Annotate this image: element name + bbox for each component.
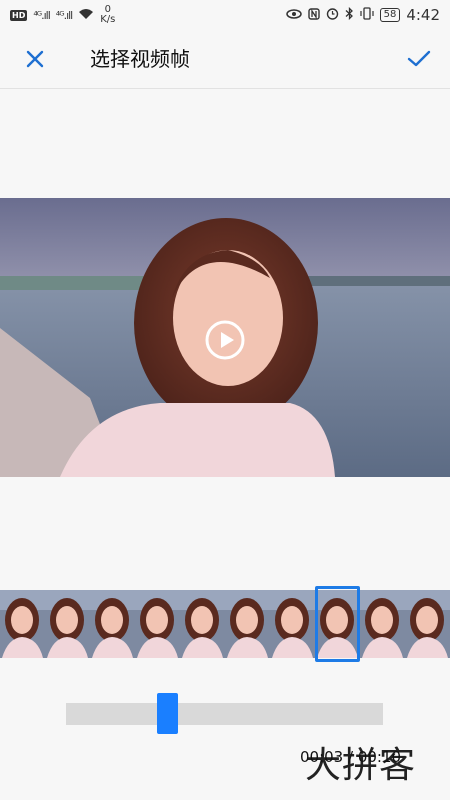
- nfc-icon: [307, 7, 320, 23]
- alarm-icon: [326, 7, 339, 23]
- eye-icon: [285, 8, 302, 23]
- play-button[interactable]: [204, 319, 246, 361]
- bluetooth-icon: [345, 6, 354, 23]
- header-divider: [0, 88, 450, 89]
- signal-icon: ⁴ᴳ.ıll: [33, 8, 50, 22]
- close-button[interactable]: [20, 44, 50, 74]
- vibrate-icon: [359, 7, 374, 23]
- frame-thumbnail[interactable]: [270, 590, 315, 658]
- wifi-icon: [78, 8, 94, 23]
- hd-badge: HD: [10, 9, 28, 21]
- frame-thumbnail[interactable]: [360, 590, 405, 658]
- frame-filmstrip[interactable]: [0, 590, 450, 658]
- frame-thumbnail[interactable]: [45, 590, 90, 658]
- frame-thumbnail[interactable]: [180, 590, 225, 658]
- status-left: HD ⁴ᴳ.ıll ⁴ᴳ.ıll 0 K/s: [10, 5, 115, 25]
- status-bar: HD ⁴ᴳ.ıll ⁴ᴳ.ıll 0 K/s 58 4:42: [0, 0, 450, 30]
- frame-thumbnail[interactable]: [225, 590, 270, 658]
- frame-slider-handle[interactable]: [157, 693, 178, 734]
- page-title: 选择视频帧: [90, 47, 190, 71]
- network-speed-unit: K/s: [100, 14, 116, 25]
- frame-slider-track[interactable]: [66, 703, 383, 725]
- battery-indicator: 58: [379, 8, 401, 22]
- title-bar: 选择视频帧: [0, 30, 450, 88]
- play-icon: [205, 320, 245, 360]
- frame-thumbnail[interactable]: [405, 590, 450, 658]
- status-right: 58 4:42: [285, 6, 440, 24]
- clock: 4:42: [406, 6, 440, 24]
- selected-frame-indicator[interactable]: [315, 586, 360, 662]
- network-speed: 0 K/s: [100, 5, 115, 25]
- frame-thumbnail[interactable]: [0, 590, 45, 658]
- check-icon: [407, 50, 431, 67]
- frame-thumbnail[interactable]: [135, 590, 180, 658]
- confirm-button[interactable]: [404, 44, 434, 74]
- watermark: 大拼客: [305, 745, 417, 786]
- close-icon: [26, 50, 44, 68]
- frame-thumbnail[interactable]: [90, 590, 135, 658]
- signal-icon: ⁴ᴳ.ıll: [55, 8, 73, 22]
